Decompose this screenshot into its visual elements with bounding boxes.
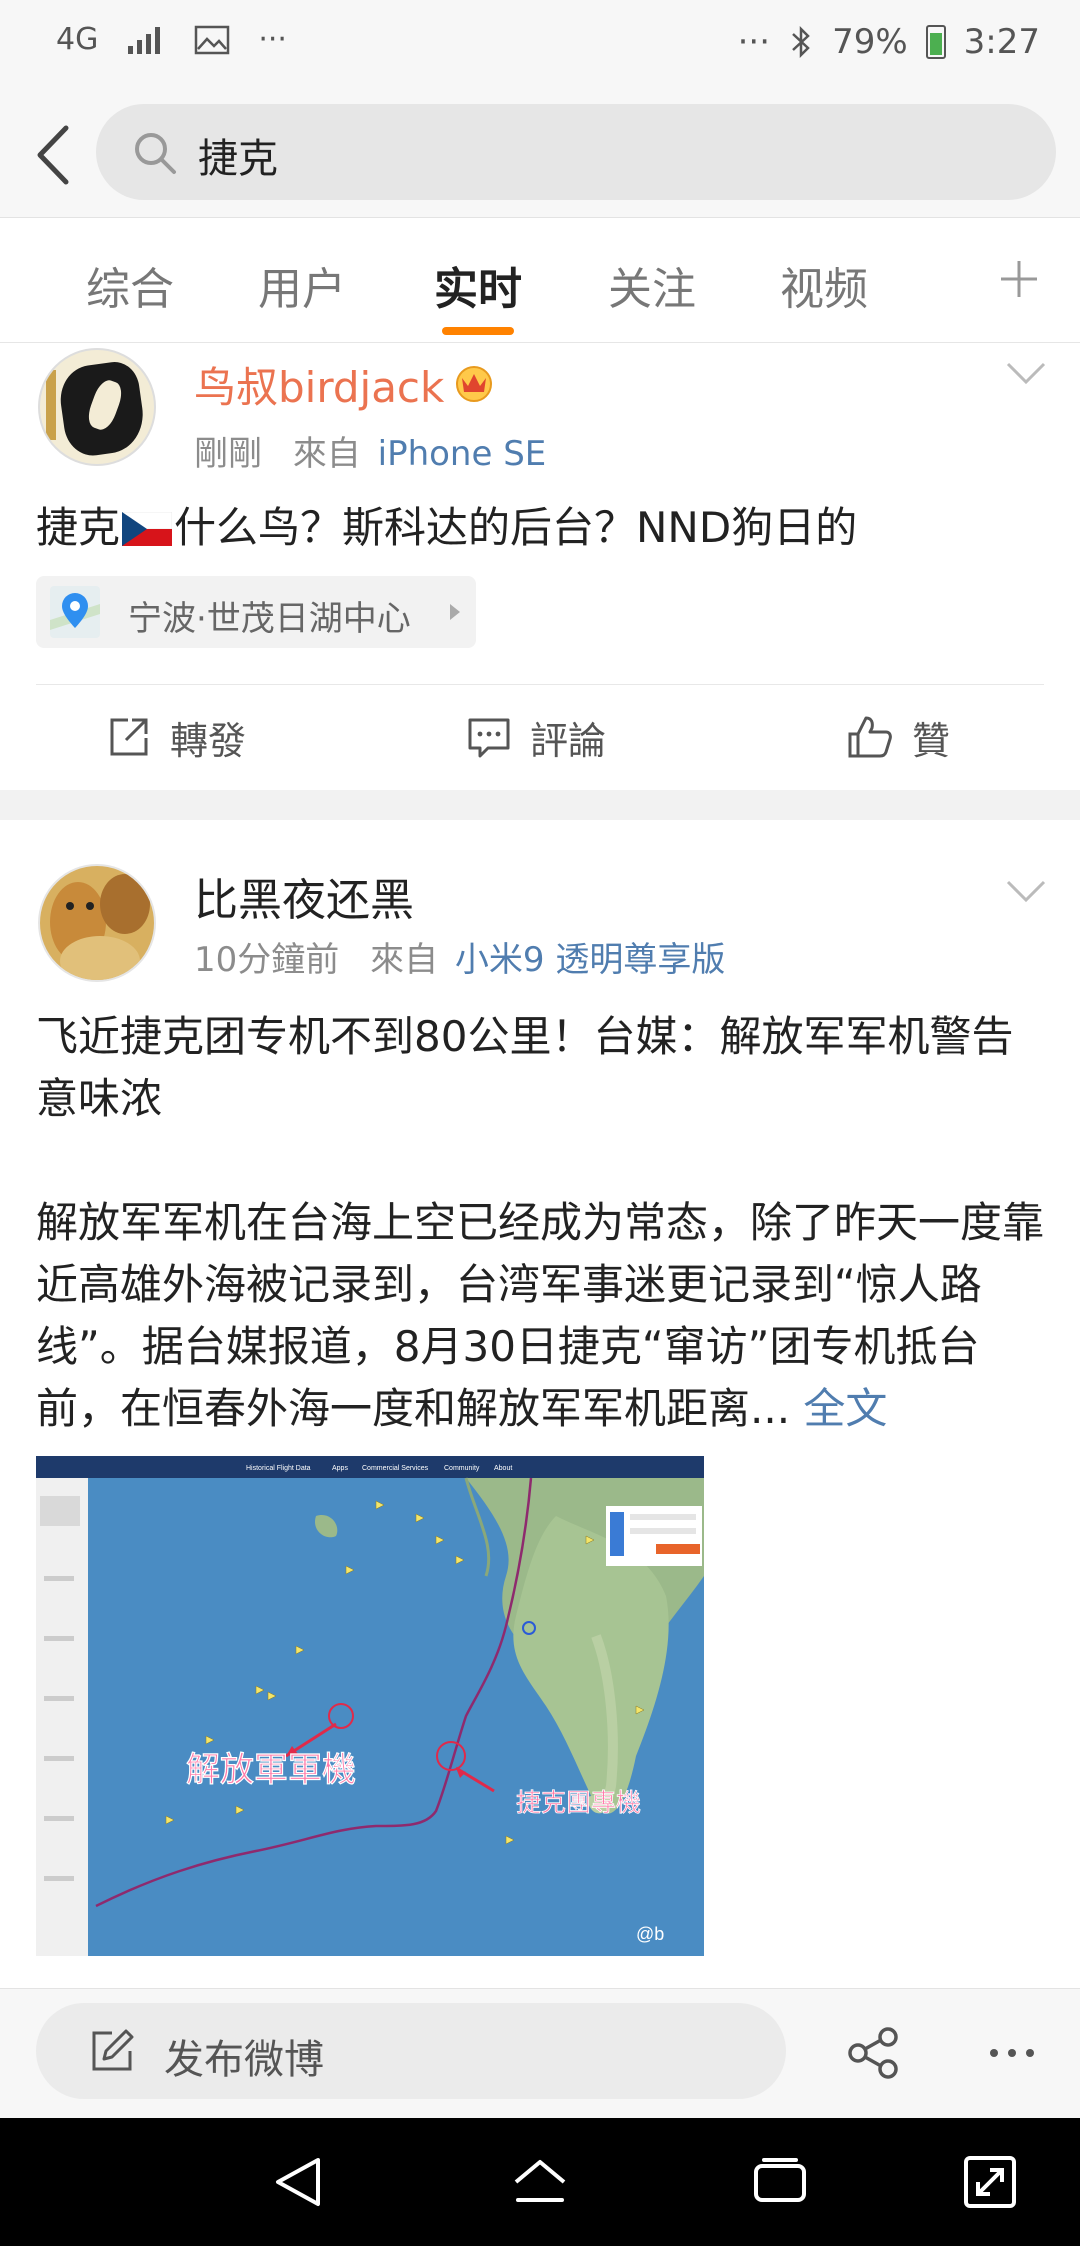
tab-users[interactable]: 用户 bbox=[258, 253, 346, 317]
nav-expand-icon[interactable] bbox=[960, 2152, 1020, 2212]
czech-aircraft-label: 捷克團專機 bbox=[516, 1789, 641, 1817]
flight-map-image: Historical Flight Data Apps Commercial S… bbox=[36, 1456, 704, 1956]
network-indicator: 4G bbox=[56, 22, 99, 57]
username[interactable]: 鸟叔birdjack bbox=[194, 354, 444, 415]
source-device[interactable]: 小米9 透明尊享版 bbox=[455, 940, 725, 980]
compose-button[interactable]: 发布微博 bbox=[36, 2003, 786, 2099]
location-pin-icon bbox=[50, 586, 100, 638]
post-meta: 剛剛 來自 iPhone SE bbox=[194, 426, 546, 475]
nav-home-icon[interactable] bbox=[510, 2152, 570, 2212]
post-body: 解放军军机在台海上空已经成为常态，除了昨天一度靠近高雄外海被记录到，台湾军事迷更… bbox=[36, 1192, 1046, 1440]
post-meta: 10分鐘前 來自 小米9 透明尊享版 bbox=[194, 932, 725, 981]
location-tag[interactable]: 宁波·世茂日湖中心 bbox=[36, 576, 476, 648]
add-tab-icon[interactable] bbox=[994, 249, 1044, 309]
map-nav-item: Historical Flight Data bbox=[246, 1465, 311, 1472]
post-actions: 轉發 評論 贊 bbox=[36, 684, 1044, 790]
more-status-icon: ··· bbox=[737, 22, 771, 62]
more-options-icon[interactable] bbox=[984, 2025, 1040, 2081]
battery-icon bbox=[925, 25, 946, 59]
tab-video[interactable]: 视频 bbox=[780, 253, 868, 317]
share-icon[interactable] bbox=[846, 2025, 902, 2081]
comment-button[interactable]: 評論 bbox=[466, 709, 606, 765]
caret-right-icon bbox=[450, 604, 460, 620]
map-nav-item: Commercial Services bbox=[362, 1465, 429, 1472]
source-device[interactable]: iPhone SE bbox=[378, 434, 547, 474]
share-box-icon bbox=[110, 718, 148, 756]
search-query: 捷克 bbox=[198, 136, 278, 182]
map-nav-item: Community bbox=[444, 1465, 480, 1472]
edit-icon bbox=[92, 2029, 134, 2071]
repost-button[interactable]: 轉發 bbox=[106, 709, 246, 765]
full-text-link[interactable]: 全文 bbox=[803, 1384, 887, 1433]
source-prefix: 來自 bbox=[292, 434, 361, 474]
like-button[interactable]: 贊 bbox=[846, 709, 950, 765]
svg-text:@b: @b bbox=[636, 1924, 664, 1944]
compose-label: 发布微博 bbox=[164, 2037, 324, 2083]
like-label: 贊 bbox=[912, 718, 951, 763]
post-text-part: 捷克 bbox=[36, 503, 121, 552]
post-text-part: 什么鸟？斯科达的后台？NND狗日的 bbox=[174, 503, 858, 552]
post-headline: 飞近捷克团专机不到80公里！台媒：解放军军机警告意味浓 bbox=[36, 1012, 1014, 1123]
comment-icon bbox=[468, 718, 510, 758]
tab-following[interactable]: 关注 bbox=[608, 253, 696, 317]
username[interactable]: 比黑夜还黑 bbox=[194, 864, 414, 928]
pla-aircraft-label: 解放軍軍機 bbox=[186, 1751, 356, 1789]
signal-icon bbox=[128, 26, 161, 54]
back-arrow-icon[interactable] bbox=[26, 120, 86, 190]
post-time: 10分鐘前 bbox=[194, 940, 340, 980]
post-card: 比黑夜还黑 10分鐘前 來自 小米9 透明尊享版 飞近捷克团专机不到80公里！台… bbox=[0, 820, 1080, 1990]
post-card: 鸟叔birdjack 剛剛 來自 iPhone SE 捷克 什么鸟？斯科达的后台？… bbox=[0, 344, 1080, 790]
clock: 3:27 bbox=[963, 22, 1040, 62]
status-bar: 4G ··· ··· 79% 3:27 bbox=[0, 0, 1080, 92]
nav-back-icon[interactable] bbox=[268, 2152, 328, 2212]
search-input[interactable]: 捷克 bbox=[96, 104, 1056, 200]
nav-recent-apps-icon[interactable] bbox=[750, 2152, 810, 2212]
repost-label: 轉發 bbox=[170, 718, 247, 763]
active-tab-indicator bbox=[442, 327, 514, 335]
czech-flag-icon bbox=[122, 512, 173, 546]
crown-badge-icon bbox=[456, 366, 492, 402]
source-prefix: 來自 bbox=[370, 940, 439, 980]
avatar[interactable] bbox=[38, 348, 156, 466]
post-text: 捷克 什么鸟？斯科达的后台？NND狗日的 bbox=[36, 494, 857, 555]
battery-percent: 79% bbox=[832, 22, 908, 62]
chevron-down-icon[interactable] bbox=[1004, 876, 1048, 906]
thumbs-up-icon bbox=[848, 716, 892, 758]
image-notification-icon bbox=[195, 25, 230, 54]
tab-realtime[interactable]: 实时 bbox=[434, 253, 522, 317]
location-label: 宁波·世茂日湖中心 bbox=[128, 599, 411, 639]
bottom-action-bar: 发布微博 bbox=[0, 1988, 1080, 2118]
post-time: 剛剛 bbox=[194, 434, 262, 474]
more-notifications-icon: ··· bbox=[258, 22, 287, 57]
chevron-down-icon[interactable] bbox=[1004, 358, 1048, 388]
section-divider bbox=[0, 790, 1080, 820]
search-icon bbox=[135, 133, 176, 174]
comment-label: 評論 bbox=[530, 718, 607, 763]
tab-bar: 综合 用户 实时 关注 视频 bbox=[0, 219, 1080, 343]
avatar[interactable] bbox=[38, 864, 156, 982]
map-nav-item: Apps bbox=[332, 1465, 348, 1472]
tab-comprehensive[interactable]: 综合 bbox=[86, 253, 174, 317]
map-nav-item: About bbox=[494, 1465, 512, 1472]
post-image[interactable]: Historical Flight Data Apps Commercial S… bbox=[36, 1456, 704, 1956]
bluetooth-icon bbox=[792, 25, 810, 59]
system-navigation-bar bbox=[0, 2118, 1080, 2246]
search-header: 捷克 bbox=[0, 92, 1080, 218]
post-text: 飞近捷克团专机不到80公里！台媒：解放军军机警告意味浓 解放军军机在台海上空已经… bbox=[36, 1006, 1046, 1440]
post-body-text: 解放军军机在台海上空已经成为常态，除了昨天一度靠近高雄外海被记录到，台湾军事迷更… bbox=[36, 1198, 1045, 1433]
